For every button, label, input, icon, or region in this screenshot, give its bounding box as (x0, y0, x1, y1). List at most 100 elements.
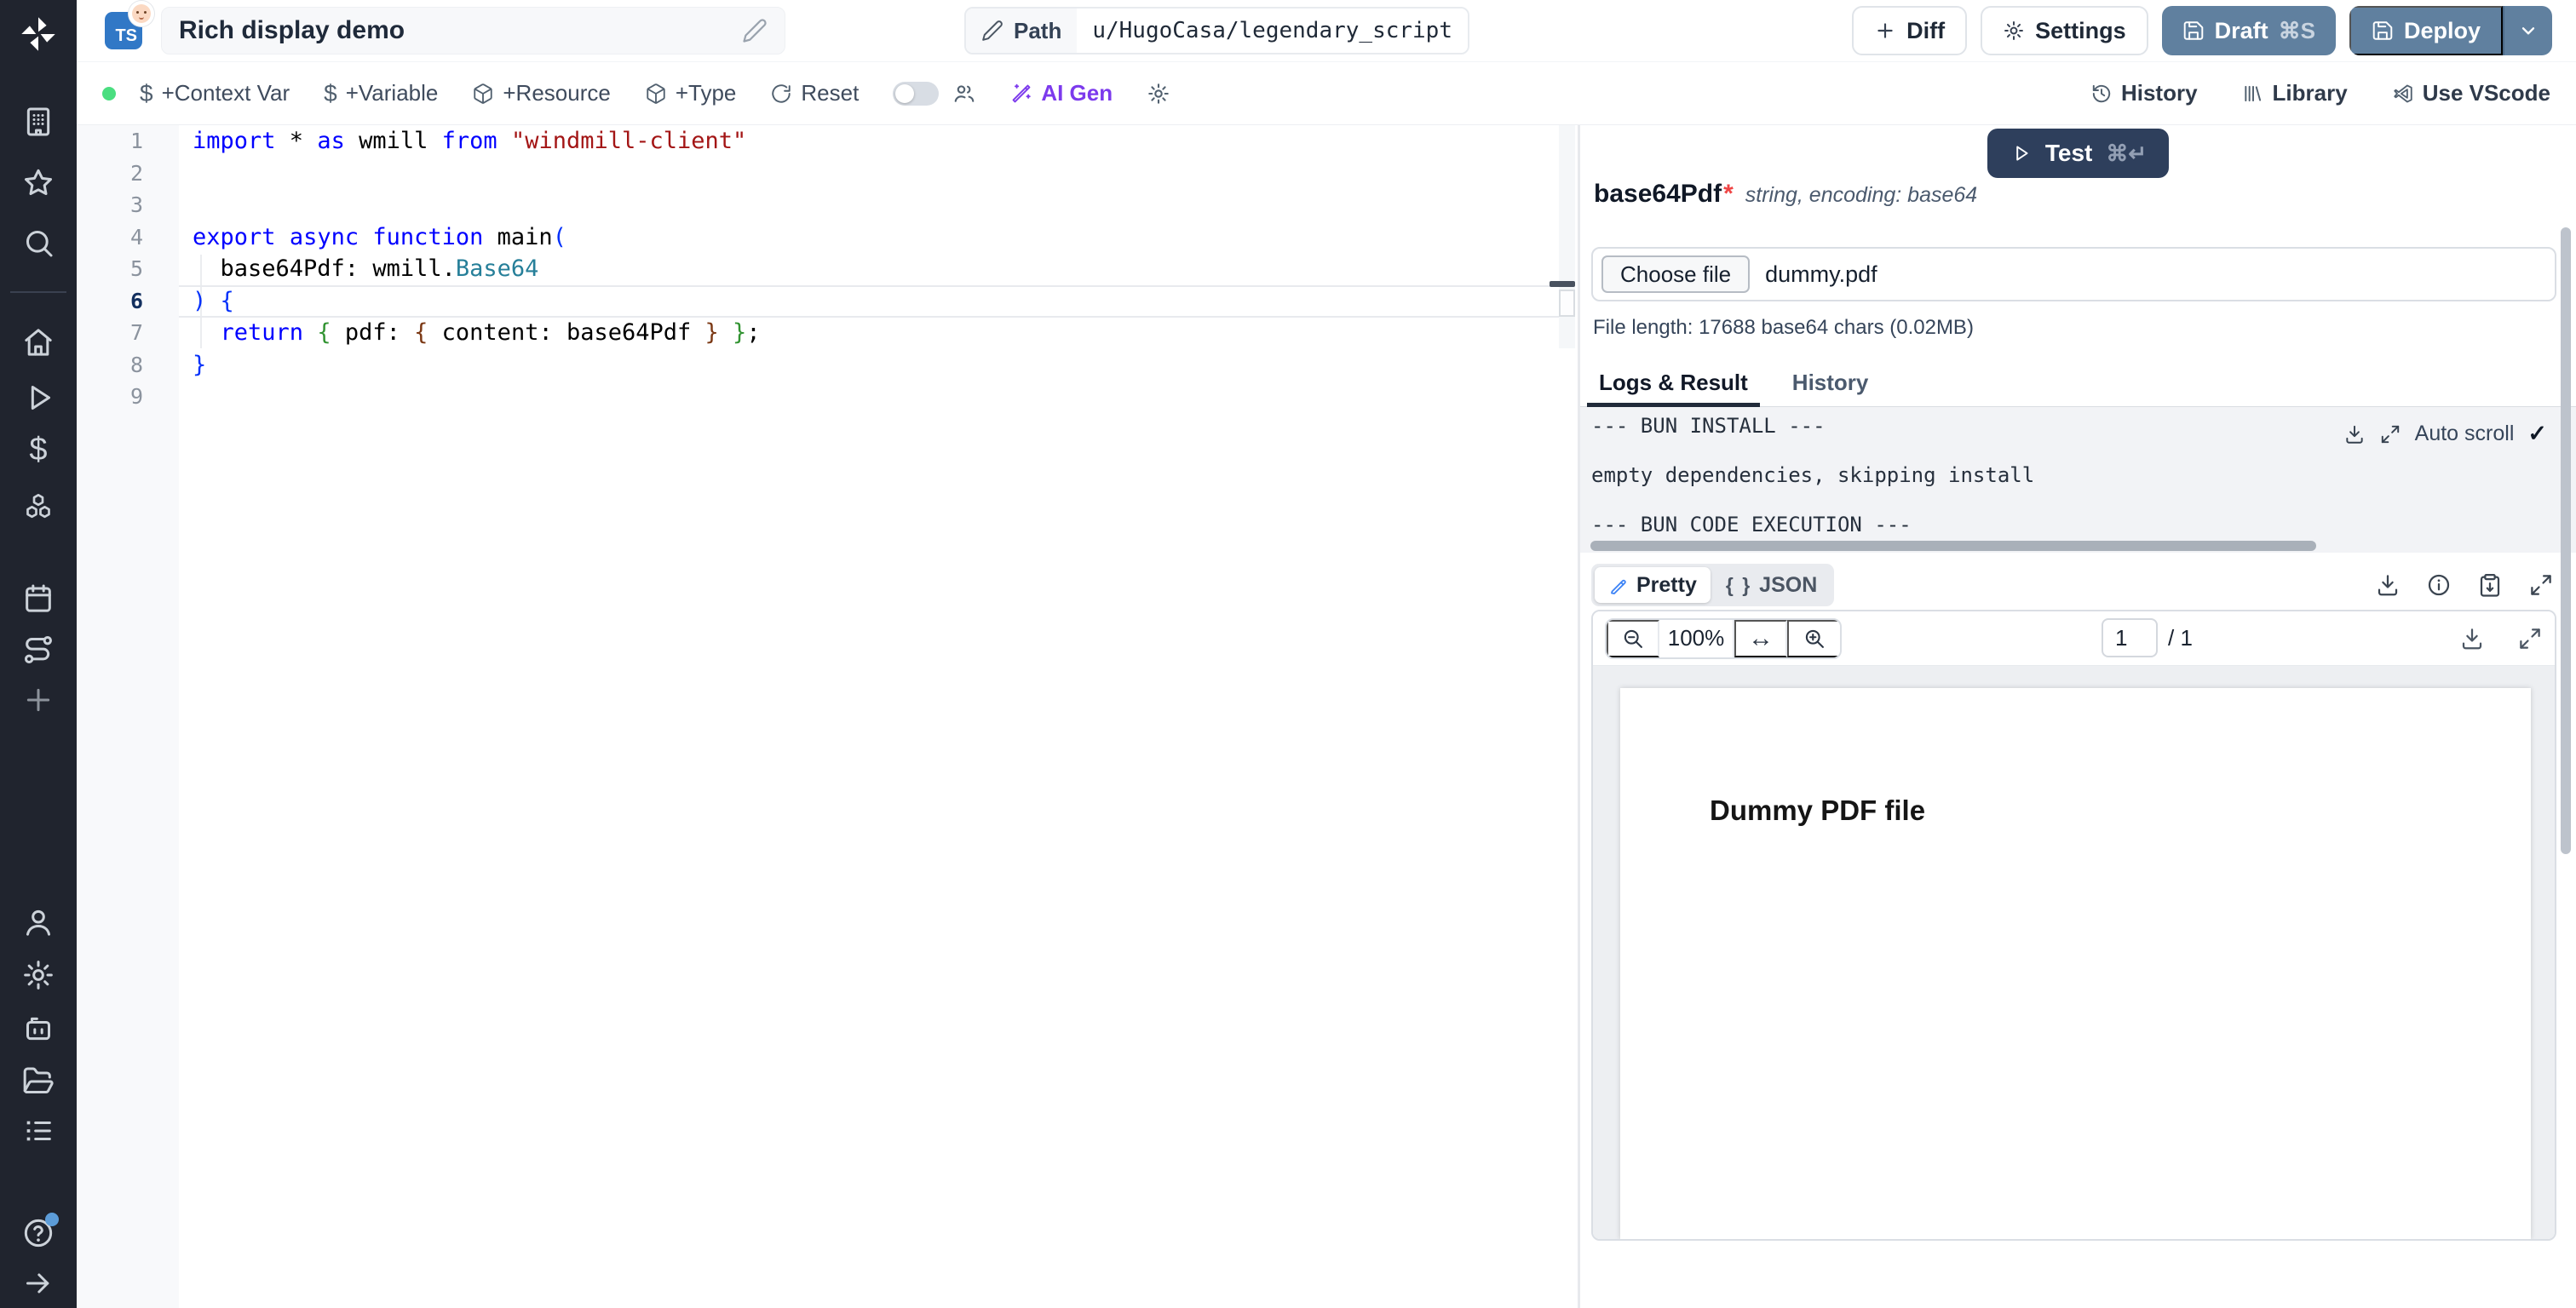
diff-plus-icon (1874, 20, 1896, 42)
info-icon[interactable] (2426, 572, 2452, 598)
logs-horizontal-scrollbar[interactable] (1590, 541, 2316, 551)
deploy-button[interactable]: Deploy (2349, 6, 2503, 55)
expand-sidebar-arrow-icon[interactable] (21, 1266, 55, 1300)
test-button[interactable]: Test ⌘↵ (1987, 129, 2170, 178)
fit-width-button[interactable]: ↔ (1734, 619, 1787, 657)
favorites-star-icon[interactable] (21, 166, 55, 200)
add-plus-icon[interactable] (21, 683, 55, 717)
panel-vertical-scrollbar[interactable] (2561, 227, 2571, 854)
package-icon (645, 83, 667, 105)
pdf-content-area[interactable]: Dummy PDF file (1593, 666, 2555, 1239)
line-number[interactable]: 7 (77, 317, 179, 349)
use-vscode-button[interactable]: Use VScode (2392, 80, 2550, 106)
line-number[interactable]: 5 (77, 253, 179, 285)
add-context-var-button[interactable]: $ +Context Var (140, 80, 290, 107)
json-view-option[interactable]: { } JSON (1712, 567, 1831, 603)
code-line[interactable] (193, 381, 1557, 413)
add-resource-button[interactable]: +Resource (472, 80, 611, 106)
test-row: Test ⌘↵ (1580, 129, 2576, 178)
code-line[interactable]: export async function main( (193, 221, 1557, 254)
chosen-file-name: dummy.pdf (1765, 261, 1877, 287)
top-bar: TS Rich display demo Path u/HugoCasa/leg… (77, 0, 2576, 62)
logs-area[interactable]: --- BUN INSTALL --- empty dependencies, … (1580, 407, 2576, 553)
test-shortcut: ⌘↵ (2106, 140, 2148, 166)
code-line[interactable]: base64Pdf: wmill.Base64 (193, 253, 1557, 285)
history-button[interactable]: History (2090, 80, 2198, 106)
tab-history[interactable]: History (1780, 370, 1881, 406)
code-editor[interactable]: 123456789 import * as wmill from "windmi… (77, 125, 1578, 1308)
pretty-label: Pretty (1636, 572, 1697, 597)
schedules-calendar-icon[interactable] (21, 582, 55, 616)
code-line[interactable] (193, 189, 1557, 221)
line-number[interactable]: 4 (77, 221, 179, 254)
argument-header: base64Pdf * string, encoding: base64 (1594, 180, 1977, 209)
search-icon[interactable] (21, 226, 55, 260)
choose-file-button[interactable]: Choose file (1601, 255, 1751, 293)
download-result-icon[interactable] (2375, 572, 2401, 598)
collaborators-people-icon[interactable] (952, 82, 976, 106)
line-number[interactable]: 1 (77, 125, 179, 158)
line-number[interactable]: 2 (77, 158, 179, 190)
editor-toolbar: $ +Context Var $ +Variable +Resource +Ty… (77, 62, 2576, 125)
page-number-input[interactable] (2102, 618, 2158, 657)
expand-result-icon[interactable] (2528, 572, 2554, 598)
code-line[interactable]: return { pdf: { content: base64Pdf } }; (193, 317, 1557, 349)
runs-play-icon[interactable] (21, 381, 55, 415)
tab-logs-result[interactable]: Logs & Result (1587, 370, 1760, 407)
download-pdf-icon[interactable] (2459, 626, 2485, 651)
line-number[interactable]: 8 (77, 349, 179, 382)
copy-clipboard-icon[interactable] (2477, 572, 2503, 598)
add-type-button[interactable]: +Type (645, 80, 736, 106)
audit-logs-list-icon[interactable] (21, 1114, 55, 1148)
expand-logs-icon[interactable] (2379, 423, 2401, 445)
routes-icon[interactable] (21, 633, 55, 667)
line-number[interactable]: 3 (77, 189, 179, 221)
add-variable-button[interactable]: $ +Variable (324, 80, 438, 107)
ai-gen-button[interactable]: AI Gen (1010, 80, 1113, 106)
draft-label: Draft (2214, 17, 2268, 43)
draft-shortcut: ⌘S (2278, 17, 2315, 43)
settings-gear-icon (2003, 20, 2025, 42)
variables-dollar-icon[interactable]: $ (21, 432, 55, 468)
library-label: Library (2272, 80, 2348, 106)
path-field[interactable]: Path u/HugoCasa/legendary_script (964, 7, 1469, 54)
help-icon[interactable] (21, 1213, 59, 1250)
editor-code[interactable]: import * as wmill from "windmill-client"… (179, 125, 1557, 1308)
code-line[interactable]: import * as wmill from "windmill-client" (193, 125, 1557, 158)
sidebar: $ (0, 0, 77, 1308)
settings-button[interactable]: Settings (1981, 6, 2148, 55)
expand-pdf-icon[interactable] (2517, 626, 2543, 651)
workers-robot-icon[interactable] (21, 1012, 55, 1046)
minimap-slider-handle[interactable] (1550, 281, 1575, 287)
zoom-in-button[interactable] (1787, 619, 1840, 657)
diff-button[interactable]: Diff (1852, 6, 1968, 55)
multiplayer-toggle[interactable] (893, 81, 940, 106)
auto-scroll-label[interactable]: Auto scroll (2415, 422, 2515, 446)
code-line[interactable]: ) { (193, 285, 1557, 318)
home-icon[interactable] (21, 325, 55, 359)
users-person-icon[interactable] (21, 905, 55, 939)
workspace-icon[interactable] (21, 105, 55, 139)
zoom-out-button[interactable] (1607, 619, 1659, 657)
windmill-logo-icon[interactable] (18, 14, 59, 54)
line-number[interactable]: 6 (77, 285, 179, 318)
file-length-text: File length: 17688 base64 chars (0.02MB) (1593, 316, 1974, 339)
resources-cubes-icon[interactable] (21, 491, 55, 525)
check-icon: ✓ (2527, 421, 2547, 446)
pdf-toolbar: 100% ↔ / 1 (1593, 611, 2555, 666)
library-button[interactable]: Library (2242, 80, 2348, 106)
minimap-viewport[interactable] (1559, 290, 1575, 317)
code-line[interactable] (193, 158, 1557, 190)
edit-title-pencil-icon[interactable] (742, 18, 768, 43)
pretty-view-option[interactable]: Pretty (1595, 567, 1711, 603)
folders-icon[interactable] (21, 1064, 55, 1099)
download-logs-icon[interactable] (2343, 423, 2366, 445)
line-number[interactable]: 9 (77, 381, 179, 413)
settings-gear-icon[interactable] (21, 958, 55, 992)
draft-button[interactable]: Draft ⌘S (2161, 6, 2336, 55)
code-line[interactable]: } (193, 349, 1557, 382)
editor-settings-gear-icon[interactable] (1147, 82, 1170, 106)
deploy-dropdown-button[interactable] (2504, 6, 2552, 55)
reset-button[interactable]: Reset (770, 80, 859, 106)
script-title-field[interactable]: Rich display demo (161, 7, 785, 54)
